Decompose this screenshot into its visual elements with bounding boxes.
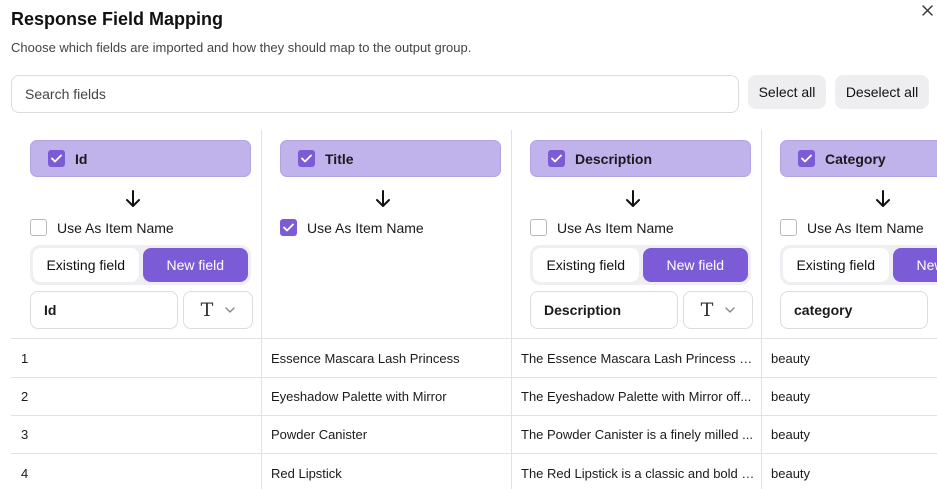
column-category: Category Use As Item Name Existing field…	[772, 130, 937, 338]
check-icon	[283, 223, 294, 232]
table-cell: 1	[21, 351, 29, 366]
use-as-item-name-checkbox[interactable]	[30, 219, 47, 236]
table-cell: 3	[21, 427, 29, 442]
table-cell: 2	[21, 389, 29, 404]
existing-field-option[interactable]: Existing field	[33, 248, 139, 282]
existing-field-option[interactable]: Existing field	[533, 248, 639, 282]
use-as-item-name-toggle[interactable]: Use As Item Name	[530, 219, 674, 236]
table-cell: Powder Canister	[271, 427, 368, 442]
column-id: Id Use As Item Name Existing field New f…	[22, 130, 272, 338]
row-divider	[11, 338, 937, 339]
use-as-item-name-toggle[interactable]: Use As Item Name	[30, 219, 174, 236]
arrow-down-icon	[126, 190, 140, 207]
field-name: Id	[75, 150, 88, 167]
table-cell: Red Lipstick	[271, 466, 342, 481]
check-icon	[301, 154, 312, 163]
column-description: Description Use As Item Name Existing fi…	[522, 130, 772, 338]
table-cell: beauty	[771, 389, 811, 404]
use-as-item-name-toggle[interactable]: Use As Item Name	[780, 219, 924, 236]
arrow-down-icon	[376, 190, 390, 207]
field-checkbox-id[interactable]	[48, 150, 65, 167]
table-cell: Eyeshadow Palette with Mirror	[271, 389, 447, 404]
use-as-item-name-checkbox[interactable]	[280, 219, 297, 236]
field-name: Category	[825, 150, 886, 167]
mapping-mode-toggle: Existing field New field	[530, 245, 751, 285]
use-as-item-name-checkbox[interactable]	[530, 219, 547, 236]
field-type-select[interactable]: T	[683, 291, 753, 329]
dialog-subtitle: Choose which fields are imported and how…	[11, 40, 472, 55]
field-chip-id[interactable]: Id	[30, 140, 251, 177]
field-chip-category[interactable]: Category	[780, 140, 937, 177]
dialog-title: Response Field Mapping	[11, 9, 224, 29]
row-divider	[11, 453, 937, 454]
use-as-item-name-label: Use As Item Name	[807, 219, 924, 236]
table-cell: The Red Lipstick is a classic and bold c…	[521, 466, 755, 481]
mapping-mode-toggle: Existing field New field	[30, 245, 251, 285]
use-as-item-name-checkbox[interactable]	[780, 219, 797, 236]
field-checkbox-category[interactable]	[798, 150, 815, 167]
table-cell: The Essence Mascara Lash Princess is ...	[521, 351, 755, 366]
arrow-down-icon	[876, 190, 890, 207]
new-field-name-input[interactable]	[30, 291, 178, 329]
arrow-down-icon	[626, 190, 640, 207]
row-divider	[11, 415, 937, 416]
use-as-item-name-label: Use As Item Name	[57, 219, 174, 236]
new-field-option[interactable]: New field	[892, 248, 937, 282]
new-field-option[interactable]: New field	[142, 248, 248, 282]
use-as-item-name-toggle[interactable]: Use As Item Name	[280, 219, 424, 236]
table-cell: beauty	[771, 427, 811, 442]
existing-field-option[interactable]: Existing field	[783, 248, 889, 282]
new-field-option[interactable]: New field	[642, 248, 748, 282]
close-button[interactable]	[918, 0, 936, 20]
field-chip-title[interactable]: Title	[280, 140, 501, 177]
field-chip-description[interactable]: Description	[530, 140, 751, 177]
close-icon	[921, 4, 933, 16]
check-icon	[801, 154, 812, 163]
table-cell: The Eyeshadow Palette with Mirror off...	[521, 389, 752, 404]
row-divider	[11, 377, 937, 378]
chevron-down-icon	[225, 307, 236, 313]
field-checkbox-description[interactable]	[548, 150, 565, 167]
check-icon	[51, 154, 62, 163]
field-name: Description	[575, 150, 653, 167]
field-mapping-grid: Id Use As Item Name Existing field New f…	[11, 130, 937, 489]
table-cell: beauty	[771, 466, 811, 481]
new-field-name-input[interactable]	[780, 291, 928, 329]
chevron-down-icon	[725, 307, 736, 313]
text-type-icon: T	[200, 299, 214, 321]
mapping-mode-toggle: Existing field New field	[780, 245, 937, 285]
text-type-icon: T	[700, 299, 714, 321]
search-input[interactable]	[11, 75, 739, 113]
field-type-select[interactable]: T	[183, 291, 253, 329]
check-icon	[551, 154, 562, 163]
use-as-item-name-label: Use As Item Name	[307, 219, 424, 236]
column-title: Title Use As Item Name	[272, 130, 522, 338]
deselect-all-button[interactable]: Deselect all	[835, 75, 929, 109]
table-cell: beauty	[771, 351, 811, 366]
table-cell: The Powder Canister is a finely milled .…	[521, 427, 753, 442]
table-cell: Essence Mascara Lash Princess	[271, 351, 460, 366]
field-name: Title	[325, 150, 354, 167]
table-cell: 4	[21, 466, 29, 481]
new-field-name-input[interactable]	[530, 291, 678, 329]
select-all-button[interactable]: Select all	[748, 75, 826, 109]
field-checkbox-title[interactable]	[298, 150, 315, 167]
use-as-item-name-label: Use As Item Name	[557, 219, 674, 236]
